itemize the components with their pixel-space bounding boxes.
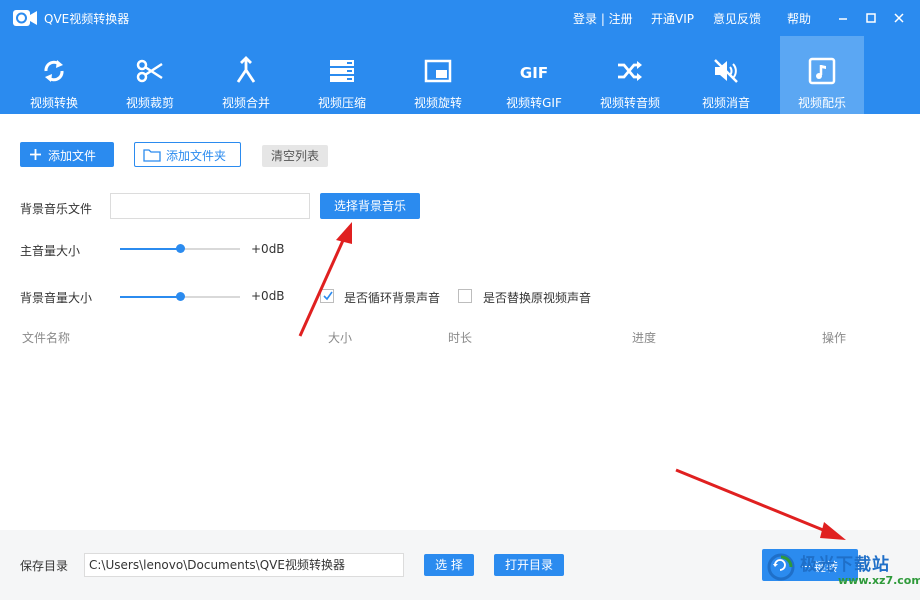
bgm-file-input[interactable]: [110, 193, 310, 219]
main-volume-fill: [120, 248, 180, 250]
bg-volume-value: +0dB: [251, 289, 285, 303]
rotate-icon: [424, 59, 452, 83]
bg-volume-label: 背景音量大小: [20, 291, 93, 305]
gif-icon: GIF: [520, 64, 548, 82]
tool-label: 视频转GIF: [506, 96, 562, 110]
tool-video-to-gif[interactable]: GIF 视频转GIF: [492, 36, 576, 114]
title-bar: QVE视频转换器 登录 | 注册 开通VIP 意见反馈 帮助: [0, 0, 920, 36]
feedback-link[interactable]: 意见反馈: [713, 10, 761, 27]
choose-dir-button[interactable]: 选 择: [424, 554, 474, 576]
loop-bgm-label: 是否循环背景声音: [344, 291, 441, 305]
tool-label: 视频配乐: [797, 96, 846, 110]
main-volume-value: +0dB: [251, 242, 285, 256]
bg-volume-thumb[interactable]: [176, 292, 185, 301]
login-register-link[interactable]: 登录 | 注册: [573, 10, 633, 27]
folder-icon: [143, 149, 161, 162]
checkmark-icon: [323, 291, 333, 301]
add-file-label: 添加文件: [48, 149, 97, 163]
watermark-url: www.xz7.com: [838, 574, 920, 587]
arrow-to-start-button: [675, 468, 829, 534]
shuffle-icon: [618, 61, 642, 81]
save-dir-label: 保存目录: [20, 559, 69, 573]
tool-label: 视频裁剪: [125, 96, 174, 110]
refresh-icon: [44, 60, 64, 82]
tool-video-mute[interactable]: 视频消音: [684, 36, 768, 114]
svg-text:GIF: GIF: [520, 64, 548, 82]
replace-audio-checkbox[interactable]: [458, 289, 472, 303]
close-icon[interactable]: [889, 8, 909, 28]
loop-bgm-checkbox[interactable]: [320, 289, 334, 303]
bg-volume-fill: [120, 296, 180, 298]
main-volume-thumb[interactable]: [176, 244, 185, 253]
help-link[interactable]: 帮助: [787, 10, 811, 27]
arrow-head: [336, 222, 352, 244]
tool-video-music[interactable]: 视频配乐: [780, 36, 864, 114]
mute-icon: [714, 59, 738, 83]
app-logo-icon: [13, 10, 37, 26]
open-dir-button[interactable]: 打开目录: [494, 554, 564, 576]
tool-video-compress[interactable]: 视频压缩: [300, 36, 384, 114]
column-header-size: 大小: [328, 331, 353, 345]
tool-video-crop[interactable]: 视频裁剪: [108, 36, 192, 114]
bgm-file-label: 背景音乐文件: [20, 202, 93, 216]
tool-video-merge[interactable]: 视频合并: [204, 36, 288, 114]
watermark: 极光下载站 www.xz7.com: [760, 546, 920, 592]
music-note-icon: [808, 57, 836, 85]
tool-label: 视频转换: [29, 96, 78, 110]
tool-label: 视频转音频: [599, 96, 660, 110]
vip-link[interactable]: 开通VIP: [651, 10, 694, 27]
merge-icon: [236, 56, 256, 83]
column-header-duration: 时长: [448, 331, 473, 345]
column-header-progress: 进度: [632, 331, 657, 345]
compress-icon: [330, 60, 354, 82]
scissors-icon: [136, 59, 163, 83]
add-file-button[interactable]: 添加文件: [20, 142, 114, 167]
feature-toolbar: 视频转换 视频裁剪 视频合并 视频压缩 视频旋转 GIF 视频转GIF 视频转音…: [0, 36, 920, 114]
clear-list-button[interactable]: 清空列表: [262, 145, 328, 167]
tool-video-rotate[interactable]: 视频旋转: [396, 36, 480, 114]
main-volume-label: 主音量大小: [20, 244, 81, 258]
column-header-actions: 操作: [822, 331, 847, 345]
tool-label: 视频合并: [221, 96, 270, 110]
tool-label: 视频消音: [701, 96, 750, 110]
save-path-input[interactable]: C:\Users\lenovo\Documents\QVE视频转换器: [84, 553, 404, 577]
choose-bgm-button[interactable]: 选择背景音乐: [320, 193, 420, 219]
minimize-icon[interactable]: [833, 8, 853, 28]
watermark-logo-icon: [767, 553, 795, 581]
add-folder-button[interactable]: 添加文件夹: [134, 142, 241, 167]
tool-video-convert[interactable]: 视频转换: [12, 36, 96, 114]
tool-video-to-audio[interactable]: 视频转音频: [588, 36, 672, 114]
add-folder-label: 添加文件夹: [166, 149, 227, 163]
app-title: QVE视频转换器: [44, 12, 130, 26]
maximize-icon[interactable]: [861, 8, 881, 28]
watermark-text: 极光下载站: [800, 555, 890, 575]
arrow-to-choose-bgm: [298, 235, 347, 337]
column-header-filename: 文件名称: [22, 331, 71, 345]
tool-label: 视频旋转: [413, 96, 462, 110]
tool-label: 视频压缩: [317, 96, 366, 110]
plus-icon: [30, 149, 41, 160]
replace-audio-label: 是否替换原视频声音: [483, 291, 592, 305]
